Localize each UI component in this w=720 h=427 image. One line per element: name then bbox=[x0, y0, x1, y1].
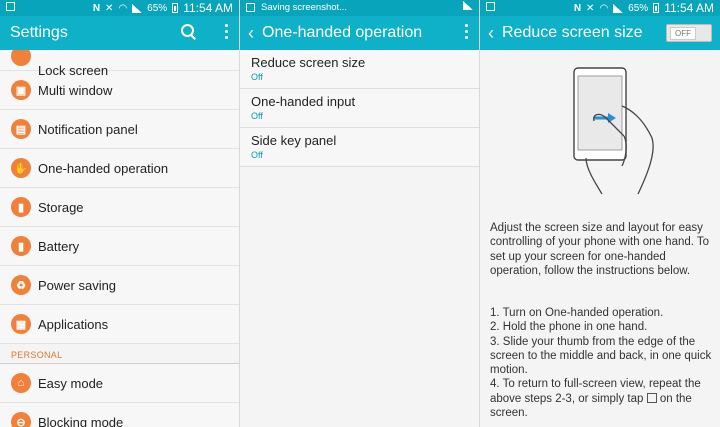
option-reduce-screen-size[interactable]: Reduce screen size Off bbox=[240, 50, 479, 89]
settings-item-label: Notification panel bbox=[38, 121, 138, 137]
section-header-personal: PERSONAL bbox=[0, 344, 239, 364]
settings-item-label: Storage bbox=[38, 199, 84, 215]
page-title: One-handed operation bbox=[262, 24, 423, 41]
blocking-mode-icon: ⊖ bbox=[11, 412, 31, 427]
settings-item-label: Lock screen bbox=[38, 63, 109, 78]
option-state: Off bbox=[251, 111, 263, 121]
reduce-screen-panel: N ✕ ◠ 65% 11:54 AM ‹ Reduce screen size … bbox=[480, 0, 720, 427]
status-bar: Saving screenshot... bbox=[240, 0, 479, 16]
settings-item-label: Easy mode bbox=[38, 375, 104, 391]
battery-percent: 65% bbox=[147, 2, 168, 14]
mute-icon: ✕ bbox=[105, 2, 114, 14]
page-title: Settings bbox=[10, 24, 68, 41]
settings-item-label: Battery bbox=[38, 238, 80, 254]
settings-item-storage[interactable]: ▮ Storage bbox=[0, 188, 239, 227]
battery-setting-icon: ▮ bbox=[11, 236, 31, 256]
power-saving-icon: ♻ bbox=[11, 275, 31, 295]
settings-item-label: Power saving bbox=[38, 277, 117, 293]
toggle-label: OFF bbox=[670, 26, 696, 40]
mute-icon: ✕ bbox=[586, 2, 595, 14]
signal-icon bbox=[613, 3, 624, 13]
settings-item-label: Multi window bbox=[38, 82, 113, 98]
option-one-handed-input[interactable]: One-handed input Off bbox=[240, 89, 479, 128]
settings-item-label: Blocking mode bbox=[38, 414, 124, 427]
settings-item-one-handed-operation[interactable]: ✋ One-handed operation bbox=[0, 149, 239, 188]
signal-icon bbox=[132, 3, 143, 13]
settings-item-blocking-mode[interactable]: ⊖ Blocking mode bbox=[0, 403, 239, 427]
settings-item-applications[interactable]: ▦ Applications bbox=[0, 305, 239, 344]
one-handed-icon: ✋ bbox=[11, 158, 31, 178]
instructions-steps: 1. Turn on One-handed operation. 2. Hold… bbox=[490, 306, 716, 420]
option-state: Off bbox=[251, 150, 263, 160]
signal-icon bbox=[463, 1, 473, 10]
saving-screenshot-text: Saving screenshot... bbox=[261, 2, 348, 13]
wifi-icon: ◠ bbox=[118, 2, 128, 14]
one-handed-panel: Saving screenshot... ‹ One-handed operat… bbox=[240, 0, 480, 427]
settings-item-multi-window[interactable]: ▣ Multi window bbox=[0, 71, 239, 110]
one-handed-app-bar: ‹ One-handed operation bbox=[240, 16, 479, 50]
reduce-toggle-switch[interactable]: OFF bbox=[666, 24, 712, 42]
settings-panel: N ✕ ◠ 65% 11:54 AM Settings Lock screen … bbox=[0, 0, 240, 427]
option-state: Off bbox=[251, 72, 263, 82]
battery-percent: 65% bbox=[628, 2, 649, 14]
easy-mode-icon: ⌂ bbox=[11, 373, 31, 393]
option-title: Side key panel bbox=[251, 133, 337, 148]
screenshot-notification-icon bbox=[246, 3, 255, 12]
settings-item-battery[interactable]: ▮ Battery bbox=[0, 227, 239, 266]
clock: 11:54 AM bbox=[183, 1, 233, 15]
gallery-notification-icon bbox=[6, 2, 15, 11]
more-options-icon[interactable] bbox=[465, 24, 469, 39]
wifi-icon: ◠ bbox=[599, 2, 609, 14]
one-handed-illustration bbox=[573, 67, 654, 195]
status-bar: N ✕ ◠ 65% 11:54 AM bbox=[480, 0, 720, 16]
clock: 11:54 AM bbox=[664, 1, 714, 15]
settings-item-notification-panel[interactable]: ▤ Notification panel bbox=[0, 110, 239, 149]
instructions-description: Adjust the screen size and layout for ea… bbox=[490, 222, 710, 277]
more-options-icon[interactable] bbox=[225, 24, 229, 39]
search-icon[interactable] bbox=[181, 24, 195, 38]
settings-item-power-saving[interactable]: ♻ Power saving bbox=[0, 266, 239, 305]
back-icon[interactable]: ‹ bbox=[248, 24, 254, 42]
step-3: 3. Slide your thumb from the edge of the… bbox=[490, 335, 712, 377]
settings-item-easy-mode[interactable]: ⌂ Easy mode bbox=[0, 364, 239, 403]
reduce-app-bar: ‹ Reduce screen size OFF bbox=[480, 16, 720, 50]
settings-item-label: One-handed operation bbox=[38, 160, 169, 176]
step-4: 4. To return to full-screen view, repeat… bbox=[490, 377, 716, 420]
status-bar: N ✕ ◠ 65% 11:54 AM bbox=[0, 0, 239, 16]
option-title: Reduce screen size bbox=[251, 55, 366, 70]
battery-icon bbox=[653, 3, 660, 13]
notification-panel-icon: ▤ bbox=[11, 119, 31, 139]
step-2: 2. Hold the phone in one hand. bbox=[490, 321, 648, 334]
settings-item-lock-screen[interactable]: Lock screen bbox=[0, 46, 239, 78]
multi-window-icon: ▣ bbox=[11, 80, 31, 100]
storage-icon: ▮ bbox=[11, 197, 31, 217]
step-1: 1. Turn on One-handed operation. bbox=[490, 307, 664, 319]
full-screen-icon bbox=[646, 392, 657, 403]
option-title: One-handed input bbox=[251, 94, 356, 109]
settings-item-label: Applications bbox=[38, 316, 109, 332]
battery-icon bbox=[172, 3, 179, 13]
gallery-notification-icon bbox=[486, 2, 495, 11]
option-side-key-panel[interactable]: Side key panel Off bbox=[240, 128, 479, 167]
page-title: Reduce screen size bbox=[502, 24, 643, 41]
nfc-icon: N bbox=[92, 2, 101, 14]
applications-icon: ▦ bbox=[11, 314, 31, 334]
nfc-icon: N bbox=[573, 2, 582, 14]
settings-app-bar: Settings bbox=[0, 16, 239, 50]
back-icon[interactable]: ‹ bbox=[488, 24, 494, 42]
